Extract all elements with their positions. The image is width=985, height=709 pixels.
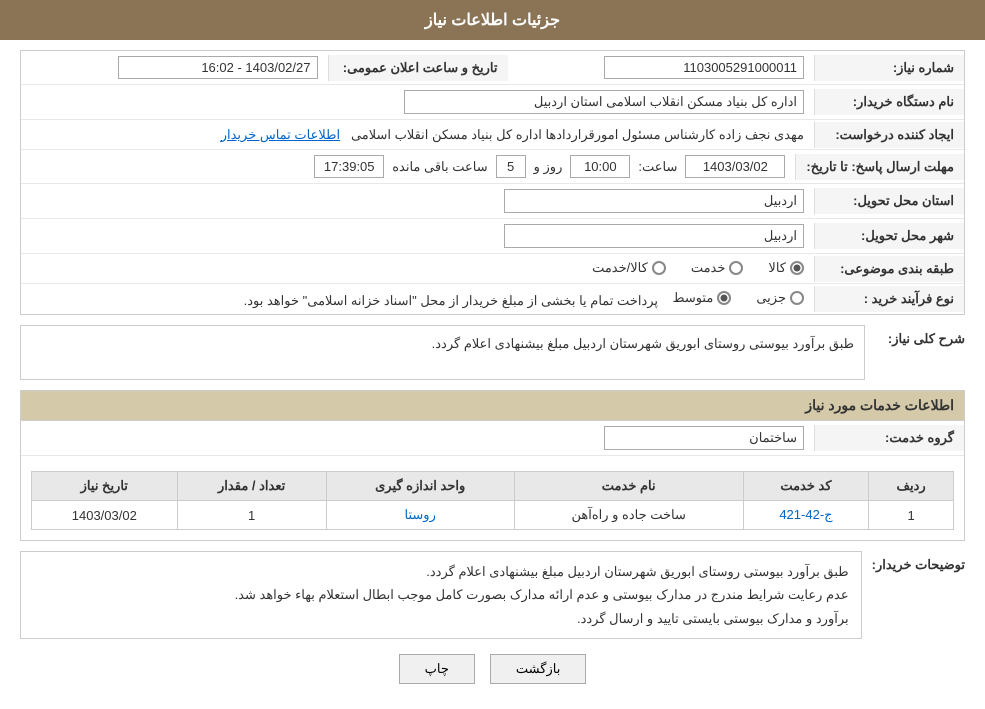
process-label: نوع فرآیند خرید : bbox=[814, 286, 964, 312]
col-header-date: تاریخ نیاز bbox=[32, 472, 178, 501]
need-desc-section: شرح کلی نیاز: طبق برآورد بیوستی روستای ا… bbox=[20, 325, 965, 380]
col-header-unit: واحد اندازه گیری bbox=[326, 472, 514, 501]
category-kala-khedmat-label: کالا/خدمت bbox=[592, 260, 648, 276]
deadline-row: مهلت ارسال پاسخ: تا تاریخ: 1403/03/02 سا… bbox=[21, 150, 964, 184]
deadline-remaining: 17:39:05 bbox=[314, 155, 384, 178]
deadline-label: مهلت ارسال پاسخ: تا تاریخ: bbox=[795, 154, 964, 180]
col-header-name: نام خدمت bbox=[514, 472, 743, 501]
buyer-note-line-3: برآورد و مدارک بیوستی بایستی تایید و ارس… bbox=[33, 607, 849, 630]
table-row: 1 ج-42-421 ساخت جاده و راه‌آهن روستا 1 1… bbox=[32, 501, 954, 530]
page-title: جزئیات اطلاعات نیاز bbox=[0, 0, 985, 40]
deadline-day-label: روز و bbox=[534, 159, 563, 175]
cell-quantity: 1 bbox=[177, 501, 326, 530]
announce-datetime-input: 1403/02/27 - 16:02 bbox=[118, 56, 318, 79]
province-label: استان محل تحویل: bbox=[814, 188, 964, 214]
need-number-label: شماره نیاز: bbox=[814, 55, 964, 81]
category-kala-label: کالا bbox=[768, 260, 786, 276]
province-value: اردبیل bbox=[21, 184, 814, 218]
buyer-org-input: اداره کل بنیاد مسکن انقلاب اسلامی استان … bbox=[404, 90, 804, 114]
category-row: طبقه بندی موضوعی: کالا خدمت bbox=[21, 254, 964, 284]
need-number-value: 1103005291000011 bbox=[508, 51, 815, 84]
need-number-row: شماره نیاز: 1103005291000011 تاریخ و ساع… bbox=[21, 51, 964, 85]
requester-value: مهدی نجف زاده کارشناس مسئول امورقرارداده… bbox=[21, 122, 814, 148]
buyer-org-value: اداره کل بنیاد مسکن انقلاب اسلامی استان … bbox=[21, 85, 814, 119]
category-khedmat-radio[interactable] bbox=[729, 261, 743, 275]
deadline-remaining-label: ساعت باقی مانده bbox=[392, 159, 487, 175]
process-jozi-item: جزیی bbox=[756, 290, 804, 306]
city-value: اردبیل bbox=[21, 219, 814, 253]
group-row: گروه خدمت: ساختمان bbox=[21, 421, 964, 456]
services-header: اطلاعات خدمات مورد نیاز bbox=[21, 391, 964, 421]
col-header-quantity: تعداد / مقدار bbox=[177, 472, 326, 501]
deadline-day: 5 bbox=[496, 155, 526, 178]
category-value: کالا خدمت کالا/خدمت bbox=[21, 255, 814, 283]
print-button[interactable]: چاپ bbox=[399, 654, 475, 684]
process-motavasset-item: متوسط bbox=[672, 290, 731, 306]
city-row: شهر محل تحویل: اردبیل bbox=[21, 219, 964, 254]
city-label: شهر محل تحویل: bbox=[814, 223, 964, 249]
category-kala-khedmat-item: کالا/خدمت bbox=[592, 260, 666, 276]
back-button[interactable]: بازگشت bbox=[490, 654, 586, 684]
requester-row: ایجاد کننده درخواست: مهدی نجف زاده کارشن… bbox=[21, 120, 964, 150]
cell-row-num: 1 bbox=[869, 501, 954, 530]
requester-label: ایجاد کننده درخواست: bbox=[814, 122, 964, 148]
process-motavasset-label: متوسط bbox=[672, 290, 713, 306]
process-jozi-label: جزیی bbox=[756, 290, 786, 306]
group-value: ساختمان bbox=[21, 421, 814, 455]
buyer-notes-box: طبق برآورد بیوستی روستای ابوریق شهرستان … bbox=[20, 551, 862, 639]
buyer-notes-content: طبق برآورد بیوستی روستای ابوریق شهرستان … bbox=[20, 551, 862, 639]
requester-text: مهدی نجف زاده کارشناس مسئول امورقرارداده… bbox=[351, 127, 804, 142]
process-jozi-radio[interactable] bbox=[790, 291, 804, 305]
announce-datetime-label: تاریخ و ساعت اعلان عمومی: bbox=[328, 55, 508, 81]
category-kala-radio[interactable] bbox=[790, 261, 804, 275]
need-info-section: شماره نیاز: 1103005291000011 تاریخ و ساع… bbox=[20, 50, 965, 315]
services-table-wrapper: ردیف کد خدمت نام خدمت واحد اندازه گیری ت… bbox=[21, 456, 964, 540]
category-kala-item: کالا bbox=[768, 260, 804, 276]
process-row: نوع فرآیند خرید : جزیی متوسط پرداخت bbox=[21, 284, 964, 314]
announce-datetime-value: 1403/02/27 - 16:02 bbox=[21, 51, 328, 84]
need-desc-box: طبق برآورد بیوستی روستای ابوریق شهرستان … bbox=[20, 325, 865, 380]
buyer-note-line-1: طبق برآورد بیوستی روستای ابوریق شهرستان … bbox=[33, 560, 849, 583]
process-motavasset-radio[interactable] bbox=[717, 291, 731, 305]
province-input: اردبیل bbox=[504, 189, 804, 213]
group-label: گروه خدمت: bbox=[814, 425, 964, 451]
province-row: استان محل تحویل: اردبیل bbox=[21, 184, 964, 219]
category-kala-khedmat-radio[interactable] bbox=[652, 261, 666, 275]
cell-date: 1403/03/02 bbox=[32, 501, 178, 530]
page-wrapper: جزئیات اطلاعات نیاز شماره نیاز: 11030052… bbox=[0, 0, 985, 709]
group-input: ساختمان bbox=[604, 426, 804, 450]
col-header-code: کد خدمت bbox=[743, 472, 869, 501]
button-row: بازگشت چاپ bbox=[20, 654, 965, 684]
services-section: اطلاعات خدمات مورد نیاز گروه خدمت: ساختم… bbox=[20, 390, 965, 541]
city-input: اردبیل bbox=[504, 224, 804, 248]
cell-unit: روستا bbox=[326, 501, 514, 530]
cell-code: ج-42-421 bbox=[743, 501, 869, 530]
buyer-org-row: نام دستگاه خریدار: اداره کل بنیاد مسکن ا… bbox=[21, 85, 964, 120]
need-desc-label: شرح کلی نیاز: bbox=[875, 325, 965, 347]
process-value: جزیی متوسط پرداخت تمام یا بخشی از مبلغ خ… bbox=[21, 285, 814, 314]
process-desc: پرداخت تمام یا بخشی از مبلغ خریدار از مح… bbox=[244, 293, 658, 308]
need-number-input: 1103005291000011 bbox=[604, 56, 804, 79]
requester-contact-link[interactable]: اطلاعات تماس خریدار bbox=[221, 127, 340, 142]
category-khedmat-label: خدمت bbox=[691, 260, 726, 276]
deadline-date: 1403/03/02 bbox=[685, 155, 785, 178]
deadline-time-label: ساعت: bbox=[638, 159, 677, 175]
cell-name: ساخت جاده و راه‌آهن bbox=[514, 501, 743, 530]
services-table: ردیف کد خدمت نام خدمت واحد اندازه گیری ت… bbox=[31, 471, 954, 530]
buyer-notes-label: توضیحات خریدار: bbox=[872, 551, 965, 573]
main-content: شماره نیاز: 1103005291000011 تاریخ و ساع… bbox=[0, 40, 985, 709]
col-header-row-num: ردیف bbox=[869, 472, 954, 501]
deadline-value: 1403/03/02 ساعت: 10:00 روز و 5 ساعت باقی… bbox=[21, 150, 795, 183]
buyer-note-line-2: عدم رعایت شرایط مندرج در مدارک بیوستی و … bbox=[33, 583, 849, 606]
category-khedmat-item: خدمت bbox=[691, 260, 744, 276]
category-label: طبقه بندی موضوعی: bbox=[814, 256, 964, 282]
deadline-time: 10:00 bbox=[570, 155, 630, 178]
need-desc-value: طبق برآورد بیوستی روستای ابوریق شهرستان … bbox=[20, 325, 865, 380]
buyer-org-label: نام دستگاه خریدار: bbox=[814, 89, 964, 115]
buyer-notes-section: توضیحات خریدار: طبق برآورد بیوستی روستای… bbox=[20, 551, 965, 639]
table-header-row: ردیف کد خدمت نام خدمت واحد اندازه گیری ت… bbox=[32, 472, 954, 501]
